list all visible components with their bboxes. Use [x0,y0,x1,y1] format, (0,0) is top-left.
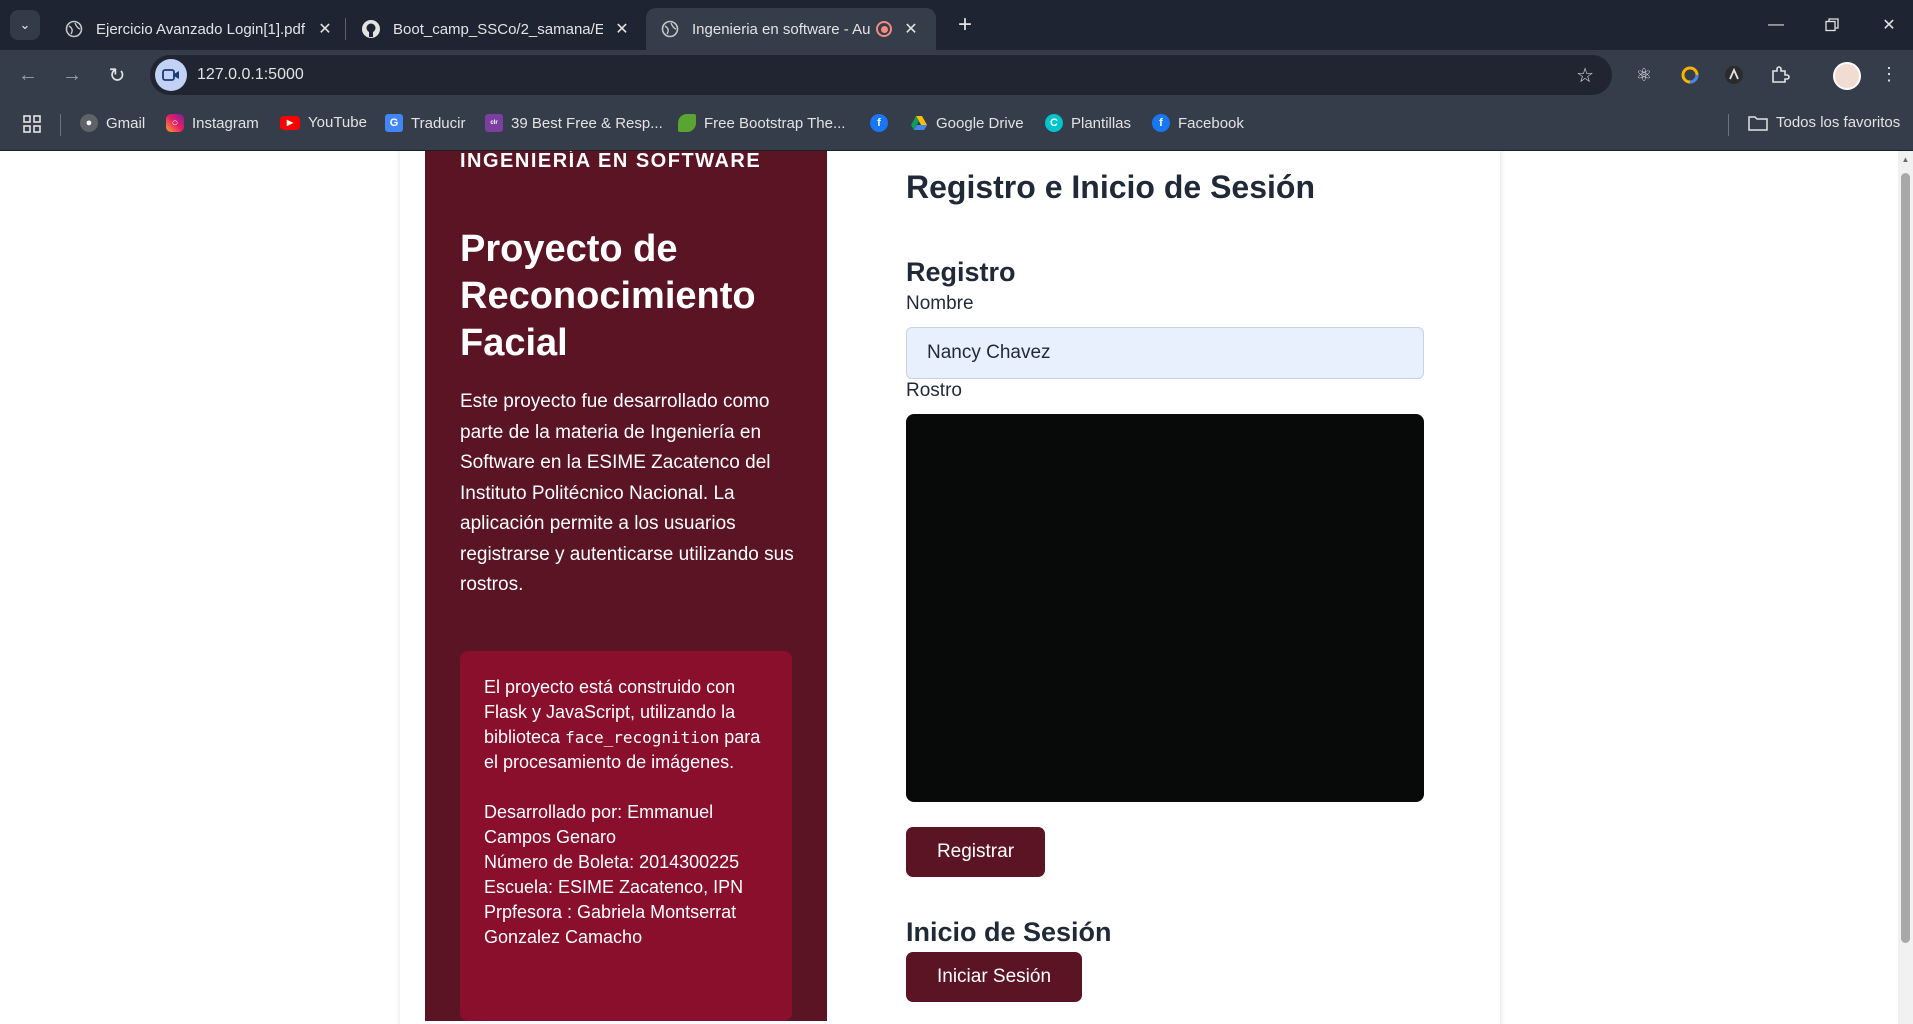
translate-icon: G [385,114,403,132]
minimize-button[interactable]: — [1753,8,1799,42]
browser-toolbar: ← → ↻ 127.0.0.1:5000 ☆ ⚛ [0,50,1913,100]
bookmark-label: Gmail [106,114,146,132]
bookmark-colorlib[interactable]: clr 39 Best Free & Resp... [485,114,663,132]
tab-divider [345,18,346,40]
restore-button[interactable] [1809,8,1855,42]
close-window-button[interactable]: ✕ [1866,8,1912,42]
bookmark-gmail[interactable]: ● Gmail [80,114,145,132]
bookmarks-bar: ● Gmail ○ Instagram ▶ YouTube G Traducir… [0,100,1913,151]
bookmark-bootstrap[interactable]: Free Bootstrap The... [678,114,845,132]
login-heading: Inicio de Sesión [906,917,1112,947]
chevron-down-icon: ⌄ [19,17,31,32]
boleta-line: Número de Boleta: 2014300225 [484,852,740,872]
school-line: Escuela: ESIME Zacatenco, IPN [484,877,744,897]
bookmark-label: YouTube [308,114,367,131]
tab-search-button[interactable]: ⌄ [10,10,40,40]
bookmark-label: Plantillas [1071,114,1132,132]
page-scrollbar[interactable]: ▲ [1898,151,1913,1024]
bookmark-facebook-1[interactable]: f [870,114,896,132]
bookmark-star-icon[interactable]: ☆ [1576,63,1594,88]
project-title: Proyecto de Reconocimiento Facial [460,228,756,364]
apps-grid-icon[interactable] [22,114,42,134]
page-viewport: INGENIERÍA EN SOFTWARE Proyecto de Recon… [0,151,1913,1024]
browser-tab-pdf[interactable]: Ejercicio Avanzado Login[1].pdf ✕ [50,8,348,50]
bookmark-label: Traducir [411,114,466,132]
bookmark-label: Facebook [1178,114,1244,132]
login-button[interactable]: Iniciar Sesión [906,952,1082,1002]
back-button[interactable]: ← [12,59,44,91]
browser-tab-active[interactable]: Ingenieria en software - Aut ✕ [646,8,936,50]
bookmarks-divider [1728,114,1729,136]
webcam-video [906,414,1424,802]
project-info-panel: INGENIERÍA EN SOFTWARE Proyecto de Recon… [425,151,827,1021]
address-bar[interactable]: 127.0.0.1:5000 ☆ [150,55,1612,95]
extension-q-icon[interactable] [1676,61,1704,89]
developer-line: Desarrollado por: Emmanuel Campos Genaro [484,802,714,847]
bookmarks-divider [60,114,61,136]
instagram-icon: ○ [166,114,184,132]
bookmark-instagram[interactable]: ○ Instagram [166,114,259,132]
bookmark-youtube[interactable]: ▶ YouTube [280,114,367,131]
globe-icon: ● [80,114,98,132]
reload-button[interactable]: ↻ [101,59,133,91]
new-tab-button[interactable]: + [950,10,980,40]
name-label: Nombre [906,293,974,314]
scroll-thumb[interactable] [1901,173,1910,943]
camera-in-use-icon[interactable] [155,59,187,91]
page-title: Registro e Inicio de Sesión [906,169,1315,205]
bookmark-label: Instagram [192,114,259,132]
browser-tab-github[interactable]: Boot_camp_SSCo/2_samana/EIC ✕ [347,8,645,50]
facebook-icon: f [1152,114,1170,132]
tab-title: Ejercicio Avanzado Login[1].pdf [96,20,306,38]
register-button[interactable]: Registrar [906,827,1045,877]
recording-icon [876,21,892,37]
bookmark-label: 39 Best Free & Resp... [511,114,663,132]
globe-icon [660,19,680,39]
folder-icon [1748,115,1768,131]
globe-icon [64,19,84,39]
tech-info-box: El proyecto está construido con Flask y … [460,651,792,1021]
extensions-puzzle-icon[interactable] [1766,61,1794,89]
name-input[interactable] [906,327,1424,379]
bookmark-traducir[interactable]: G Traducir [385,114,465,132]
library-name: face_recognition [565,728,720,747]
teacher-line: Prpfesora : Gabriela Montserrat Gonzalez… [484,902,737,947]
canva-icon: C [1045,114,1063,132]
all-bookmarks-label: Todos los favoritos [1776,114,1901,131]
youtube-icon: ▶ [280,115,300,130]
project-description: Este proyecto fue desarrollado como part… [460,391,794,595]
more-menu-icon[interactable]: ⋮ [1880,64,1898,85]
all-bookmarks-folder[interactable]: Todos los favoritos [1748,114,1900,131]
colorlib-icon: clr [485,114,503,132]
brand-title: INGENIERÍA EN SOFTWARE [460,151,762,172]
extension-a-icon[interactable] [1720,61,1748,89]
close-icon[interactable]: ✕ [613,19,631,39]
google-drive-icon [910,114,928,132]
tab-title: Ingenieria en software - Aut [692,20,870,38]
register-heading: Registro [906,257,1016,287]
face-label: Rostro [906,380,962,401]
url-text: 127.0.0.1:5000 [197,66,304,83]
scroll-up-icon[interactable]: ▲ [1901,155,1910,165]
react-devtools-icon[interactable]: ⚛ [1630,61,1658,89]
profile-avatar[interactable] [1833,62,1861,90]
github-icon [361,19,381,39]
leaf-icon [678,114,696,132]
bookmark-label: Free Bootstrap The... [704,114,846,132]
tab-strip: ⌄ Ejercicio Avanzado Login[1].pdf ✕ Boot… [0,0,1913,50]
close-icon[interactable]: ✕ [316,19,334,39]
facebook-icon: f [870,114,888,132]
bookmark-facebook-2[interactable]: f Facebook [1152,114,1244,132]
bookmark-google-drive[interactable]: Google Drive [910,114,1024,132]
forward-button[interactable]: → [56,59,88,91]
bookmark-plantillas[interactable]: C Plantillas [1045,114,1131,132]
bookmark-label: Google Drive [936,114,1024,132]
close-icon[interactable]: ✕ [902,19,920,39]
tab-title: Boot_camp_SSCo/2_samana/EIC [393,20,603,38]
